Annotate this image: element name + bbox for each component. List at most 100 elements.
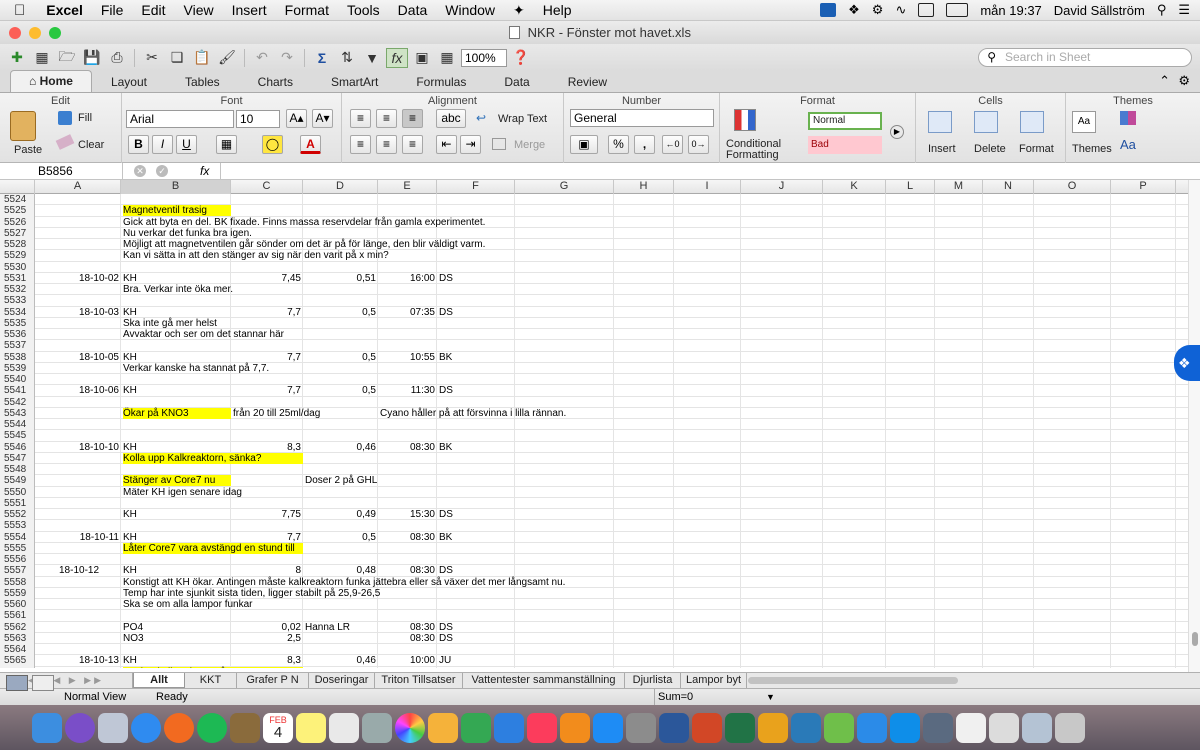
currency-format-icon[interactable]: ▣ (570, 135, 598, 154)
tab-smartart[interactable]: SmartArt (312, 71, 397, 92)
format-cells-icon[interactable] (1020, 111, 1044, 133)
cell[interactable]: Cyano håller på att försvinna i lilla rä… (380, 408, 566, 419)
cell[interactable]: 8,3 (233, 655, 301, 666)
cell[interactable]: 7,45 (233, 273, 301, 284)
menu-tools[interactable]: Tools (338, 2, 389, 18)
cell[interactable]: BK (439, 442, 452, 453)
eraser-icon[interactable] (55, 134, 75, 150)
cell[interactable]: Möjligt att magnetventilen går sönder om… (123, 239, 485, 250)
cell[interactable]: 18-10-13 (37, 655, 119, 666)
normal-view-icon[interactable] (6, 675, 28, 691)
tab-formulas[interactable]: Formulas (397, 71, 485, 92)
row-header[interactable]: 5539 (0, 362, 35, 374)
themes-button[interactable]: Themes (1072, 143, 1112, 155)
cell[interactable]: 10:55 (380, 352, 435, 363)
tab-layout[interactable]: Layout (92, 71, 166, 92)
row-header[interactable]: 5540 (0, 374, 35, 386)
cell[interactable]: DS (439, 633, 453, 644)
tab-tables[interactable]: Tables (166, 71, 239, 92)
menu-view[interactable]: View (175, 2, 223, 18)
cell[interactable]: Doser 2 på GHL (305, 475, 377, 486)
cell[interactable]: KH (123, 655, 137, 666)
cell[interactable]: Nu verkar det funka bra igen. (123, 228, 252, 239)
gear-status-icon[interactable]: ⚙ (872, 2, 884, 18)
underline-button[interactable]: U (176, 135, 197, 154)
row-header[interactable]: 5524 (0, 194, 35, 206)
tab-data[interactable]: Data (485, 71, 548, 92)
trash-icon[interactable] (1055, 712, 1085, 743)
cell[interactable]: 11:30 (380, 385, 435, 396)
cell[interactable]: 15:30 (380, 509, 435, 520)
battery-icon[interactable] (946, 3, 969, 17)
cell[interactable]: Kolla upp Kalkreaktorn, sänka? (123, 452, 261, 464)
styles-more-icon[interactable]: ▶ (890, 125, 904, 139)
dropbox-badge-icon[interactable]: ❖ (1174, 345, 1200, 381)
conditional-formatting-label-2[interactable]: Formatting (726, 149, 779, 161)
insert-cells-icon[interactable] (928, 111, 952, 133)
borders-icon[interactable]: ▦ (216, 135, 237, 154)
menubar-user[interactable]: David Sällström (1054, 3, 1145, 18)
cell[interactable]: KH (123, 532, 137, 543)
number-format-select[interactable]: General (570, 109, 714, 127)
wifi-icon[interactable]: ∿ (895, 2, 906, 18)
percent-format-button[interactable]: % (608, 135, 629, 154)
menu-edit[interactable]: Edit (132, 2, 174, 18)
increase-font-size-icon[interactable]: A▴ (286, 109, 307, 128)
cell[interactable]: 0,5 (305, 532, 376, 543)
tab-home[interactable]: ⌂ Home (10, 70, 92, 92)
sort-icon[interactable]: ⇅ (336, 48, 358, 68)
menu-format[interactable]: Format (276, 2, 338, 18)
cell[interactable]: DS (439, 307, 453, 318)
cell[interactable]: Gick att byta en del. BK fixade. Finns m… (123, 217, 485, 228)
insert-function-button[interactable]: fx (200, 164, 209, 178)
row-header[interactable]: 5558 (0, 576, 35, 588)
cell[interactable]: 2,5 (233, 633, 301, 644)
comma-format-button[interactable]: , (634, 135, 655, 154)
font-size-select[interactable]: 10 (236, 110, 280, 128)
row-header[interactable]: 5527 (0, 227, 35, 239)
cell[interactable]: 0,49 (305, 509, 376, 520)
text-orientation-icon[interactable]: abc (436, 109, 466, 128)
cell[interactable]: Hanna LR (305, 622, 350, 633)
sheet-tab-allt[interactable]: Allt (133, 673, 185, 688)
column-header-f[interactable]: F (437, 180, 515, 194)
cell[interactable]: KH (123, 352, 137, 363)
cell[interactable]: 8,3 (233, 442, 301, 453)
column-header-h[interactable]: H (614, 180, 674, 194)
redo-icon[interactable]: ↷ (276, 48, 298, 68)
row-header[interactable]: 5525 (0, 205, 35, 217)
onenote-icon[interactable] (791, 712, 821, 743)
column-header-d[interactable]: D (303, 180, 378, 194)
increase-indent-icon[interactable]: ⇥ (460, 135, 481, 154)
safari-icon[interactable] (131, 712, 161, 743)
row-header[interactable]: 5542 (0, 396, 35, 408)
copy-icon[interactable]: ❏ (166, 48, 188, 68)
decrease-decimal-icon[interactable]: 0→ (688, 135, 709, 154)
cell[interactable]: KH (123, 307, 137, 318)
row-header[interactable]: 5529 (0, 250, 35, 262)
row-header[interactable]: 5534 (0, 306, 35, 318)
row-header[interactable]: 5549 (0, 475, 35, 487)
theme-colors-icon[interactable] (1120, 111, 1136, 125)
cell[interactable]: 18-10-11 (37, 532, 119, 543)
sum-dropdown-icon[interactable]: ▼ (766, 689, 775, 705)
paste-clipboard-icon[interactable] (10, 111, 36, 141)
apple-menu-icon[interactable]:  (0, 2, 37, 19)
align-top-icon[interactable]: ≡ (350, 109, 371, 128)
open-icon[interactable]: 🗁 (56, 48, 78, 68)
row-header[interactable]: 5552 (0, 509, 35, 521)
row-header[interactable]: 5566 (0, 666, 35, 668)
status-sum[interactable]: Sum=0 (654, 689, 780, 705)
column-header-o[interactable]: O (1034, 180, 1111, 194)
formula-input[interactable] (220, 163, 1188, 180)
row-header[interactable]: 5550 (0, 486, 35, 498)
paste-button[interactable]: Paste (14, 144, 42, 156)
row-header[interactable]: 5546 (0, 441, 35, 453)
scroll-thumb[interactable] (1192, 632, 1198, 646)
column-header-n[interactable]: N (983, 180, 1034, 194)
paste-icon[interactable]: 📋 (191, 48, 213, 68)
fill-button[interactable]: Fill (78, 112, 92, 124)
fill-color-icon[interactable]: ◯ (262, 135, 283, 154)
cell[interactable]: DS (439, 622, 453, 633)
insert-button[interactable]: Insert (928, 143, 956, 155)
